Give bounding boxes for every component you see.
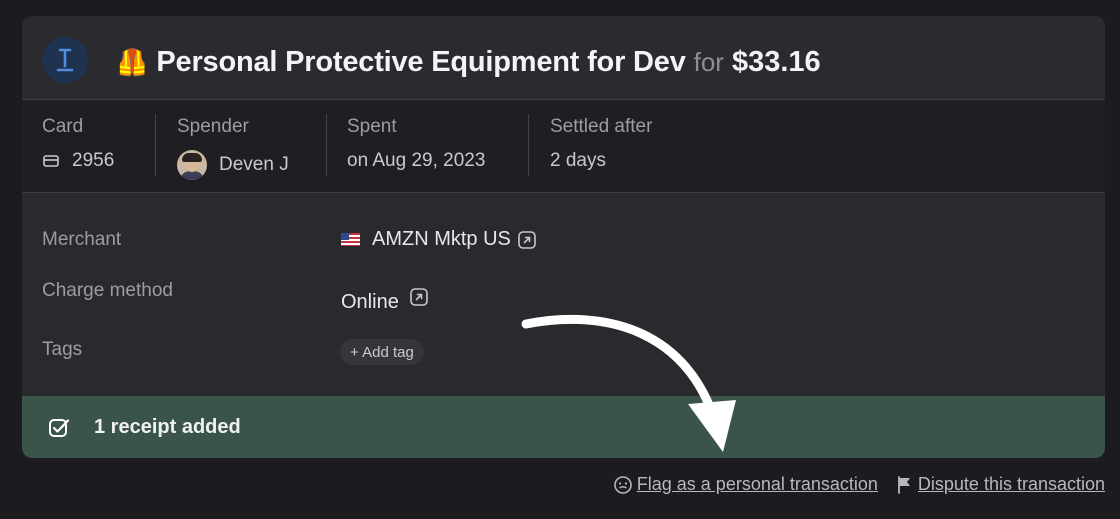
external-link-icon[interactable] xyxy=(409,287,429,307)
settled-field: Settled after 2 days xyxy=(550,116,652,180)
flag-icon xyxy=(898,475,910,494)
transaction-title-line: 🦺 Personal Protective Equipment for Dev … xyxy=(116,42,821,82)
spender-name: Deven J xyxy=(219,154,289,175)
receipt-banner[interactable]: 1 receipt added xyxy=(22,396,1105,458)
tags-label: Tags xyxy=(42,339,83,360)
safety-vest-icon: 🦺 xyxy=(116,47,149,77)
spent-label: Spent xyxy=(347,116,397,137)
merchant-label: Merchant xyxy=(42,229,122,250)
avatar xyxy=(177,150,207,180)
transaction-meta: Card 2956 Spender Deven J Spent on Aug 2… xyxy=(22,100,1105,193)
spender-value-row[interactable]: Deven J xyxy=(177,150,289,180)
charge-method-value-row[interactable]: Online xyxy=(341,279,429,314)
logo-icon xyxy=(56,48,74,72)
flag-personal-link[interactable]: Flag as a personal transaction xyxy=(637,474,878,495)
spender-field: Spender Deven J xyxy=(177,116,289,180)
external-link-icon[interactable] xyxy=(517,230,537,250)
merchant-name: AMZN Mktp US xyxy=(372,228,511,250)
checkbox-checked-icon xyxy=(49,419,70,437)
settled-label: Settled after xyxy=(550,116,653,137)
us-flag-icon xyxy=(341,233,360,246)
flag-personal-item[interactable]: Flag as a personal transaction xyxy=(613,474,878,495)
face-icon xyxy=(613,475,632,494)
dispute-link[interactable]: Dispute this transaction xyxy=(918,474,1105,495)
card-number: 2956 xyxy=(72,150,115,171)
card-value-row: 2956 xyxy=(42,150,114,172)
transaction-amount: $33.16 xyxy=(731,45,821,78)
charge-method-value: Online xyxy=(341,291,399,313)
merchant-value-row[interactable]: AMZN Mktp US xyxy=(341,228,537,251)
transaction-title: Personal Protective Equipment for Dev xyxy=(156,45,686,78)
transaction-card: 🦺 Personal Protective Equipment for Dev … xyxy=(22,16,1105,458)
dispute-item[interactable]: Dispute this transaction xyxy=(896,474,1105,495)
settled-value: 2 days xyxy=(550,150,606,171)
transaction-details: Merchant AMZN Mktp US Charge method Onli… xyxy=(22,193,1105,396)
spent-field: Spent on Aug 29, 2023 xyxy=(347,116,485,180)
add-tag-button[interactable]: + Add tag xyxy=(340,339,424,365)
receipt-status: 1 receipt added xyxy=(94,416,241,438)
spent-date: on Aug 29, 2023 xyxy=(347,150,486,171)
meta-divider xyxy=(155,114,156,176)
company-logo xyxy=(42,37,88,83)
card-field: Card 2956 xyxy=(42,116,114,180)
footer-actions: Flag as a personal transaction Dispute t… xyxy=(613,474,1105,495)
for-word: for xyxy=(693,46,724,77)
transaction-header: 🦺 Personal Protective Equipment for Dev … xyxy=(22,16,1105,100)
spender-label: Spender xyxy=(177,116,249,137)
charge-method-label: Charge method xyxy=(42,280,173,301)
card-label: Card xyxy=(42,116,84,137)
meta-divider xyxy=(528,114,529,176)
meta-divider xyxy=(326,114,327,176)
credit-card-icon xyxy=(43,155,59,167)
